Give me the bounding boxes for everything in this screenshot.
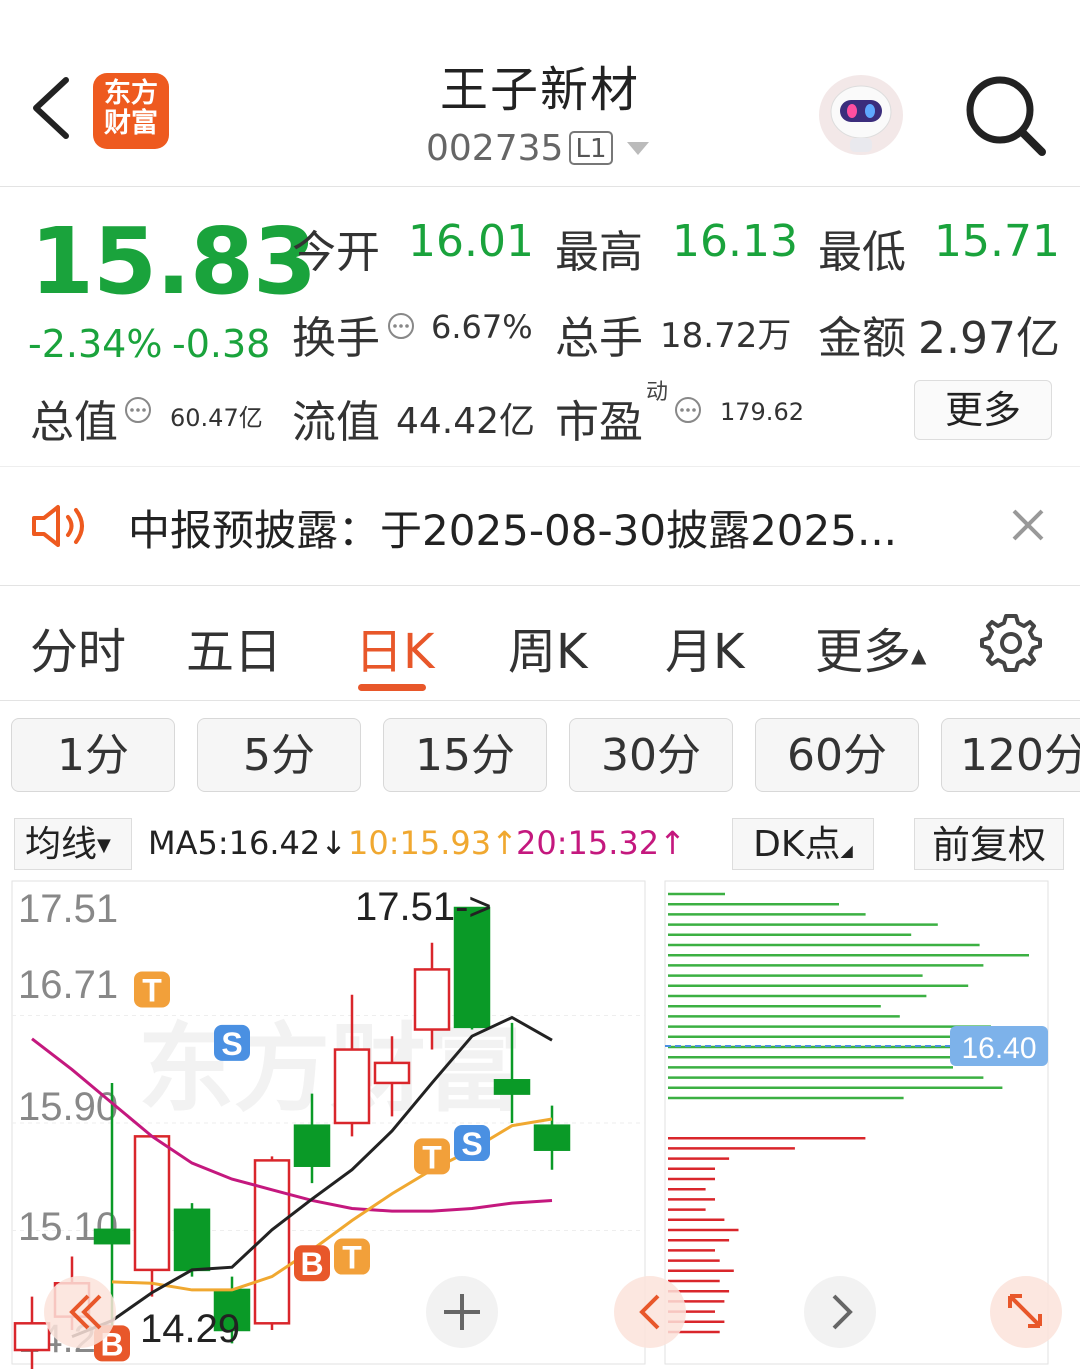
high-value: 16.13 [672,216,798,267]
corner-triangle-icon: ◢ [840,841,853,860]
interval-15min-button[interactable]: 15分 [383,718,547,792]
dk-signal-label: T [142,972,162,1008]
interval-60min-button[interactable]: 60分 [755,718,919,792]
caret-down-icon: ▼ [97,835,111,856]
stock-code: 002735 [426,128,564,169]
ai-assistant-robot-icon[interactable] [814,68,908,158]
candle-body [413,968,451,1031]
pe-dynamic-superscript: 动 [646,380,669,405]
top-nav-bar: 东方财富 王子新材 002735 L1 [0,0,1080,187]
caret-up-icon: ▲ [911,643,927,667]
low-value: 15.71 [934,216,1060,267]
y-axis-label: 15.90 [18,1085,118,1129]
next-button[interactable] [804,1276,876,1348]
interval-30min-button[interactable]: 30分 [569,718,733,792]
candle-body [373,1061,411,1085]
dk-signal-label: S [461,1126,482,1162]
y-axis-label: 16.71 [18,963,118,1007]
candle-body [533,1124,571,1151]
tab-more-label: 更多 [815,624,912,680]
tab-monthly-k[interactable]: 月K [665,612,744,682]
dk-points-button[interactable]: DK点◢ [732,818,874,870]
tab-weekly-k[interactable]: 周K [508,612,587,682]
float-cap-value: 44.42亿 [396,401,536,442]
close-icon[interactable] [1010,507,1046,543]
ma-selector-label: 均线 [25,824,98,865]
ma20-value: 20:15.32 [516,824,660,862]
tab-more[interactable]: 更多▲ [815,612,926,682]
speaker-icon [32,505,84,547]
turnover-value: 6.67% [431,308,533,346]
back-arrow-icon[interactable] [22,72,82,144]
candle-body [173,1208,211,1272]
ma20-readout: 20:15.32↑ [516,824,686,862]
volume-value: 18.72万 [660,316,792,356]
interval-120min-button[interactable]: 120分 [941,718,1080,792]
y-axis-label: 17.51 [18,887,118,931]
volume-label: 总手 [555,313,643,364]
pe-label: 市盈 [555,397,643,448]
open-label: 今开 [292,227,380,278]
candle-body [493,1079,531,1095]
dk-signal-label: S [221,1026,242,1062]
dk-signal-label: T [422,1139,442,1175]
ma10-value: 10:15.93 [348,824,492,862]
turnover-info-icon[interactable] [387,312,415,340]
change-amount: -0.38 [172,322,271,366]
pe-info-icon[interactable] [674,396,702,424]
candle-body [13,1322,51,1352]
turnover-label: 换手 [292,313,380,364]
amount-value: 2.97亿 [918,313,1060,364]
dropdown-triangle-icon[interactable] [625,140,651,158]
tab-five-day[interactable]: 五日 [186,612,282,682]
quote-more-button[interactable]: 更多 [914,380,1052,440]
interval-5min-button[interactable]: 5分 [197,718,361,792]
max-price-marker: 17.51-> [355,885,492,929]
gear-icon[interactable] [980,612,1042,674]
ma10-readout: 10:15.93↑ [348,824,518,862]
prev-button[interactable] [614,1276,686,1348]
tabs-divider [0,700,1080,701]
min-price-marker: 14.29 [140,1307,240,1351]
market-cap-info-icon[interactable] [124,396,152,424]
open-value: 16.01 [408,216,534,267]
tab-daily-k[interactable]: 日K [355,612,434,682]
market-cap-value: 60.47亿 [170,404,263,432]
interval-1min-button[interactable]: 1分 [11,718,175,792]
dk-signal-label: B [300,1246,323,1282]
price-tag-label: 16.40 [961,1032,1036,1065]
tab-intraday[interactable]: 分时 [30,612,126,682]
high-label: 最高 [555,227,643,278]
current-price: 15.83 [30,208,317,315]
ma5-value: MA5:16.42 [148,824,321,862]
dk-points-label: DK点 [753,824,841,865]
brand-logo-text: 东方财富 [104,78,158,139]
kline-chart[interactable]: 东方财富 17.5116.7115.9015.1014.29 16.40 BTS… [0,876,1080,1369]
watermark: 东方财富 [138,1016,522,1123]
amount-label: 金额 [818,313,906,364]
dk-signal-label: T [342,1240,362,1276]
market-cap-label: 总值 [30,397,118,448]
float-cap-label: 流值 [292,397,380,448]
search-icon[interactable] [960,70,1050,160]
candle-body [133,1135,171,1272]
change-percent: -2.34% [28,322,163,366]
candle-body [293,1124,331,1167]
level-badge: L1 [569,131,613,165]
ma-selector[interactable]: 均线▼ [14,818,132,870]
notice-text: 中报预披露：于2025-08-30披露2025... [128,506,898,555]
low-label: 最低 [818,227,906,278]
notice-bar[interactable]: 中报预披露：于2025-08-30披露2025... [0,466,1080,586]
candle-body [93,1228,131,1245]
candle-body [333,1048,371,1125]
ma5-readout: MA5:16.42↓ [148,824,348,862]
fast-back-button[interactable] [44,1276,116,1348]
forward-adjust-button[interactable]: 前复权 [914,818,1064,870]
active-tab-indicator [358,684,426,691]
pe-value: 179.62 [720,398,804,426]
brand-logo[interactable]: 东方财富 [93,73,169,149]
stock-name: 王子新材 [439,62,640,118]
